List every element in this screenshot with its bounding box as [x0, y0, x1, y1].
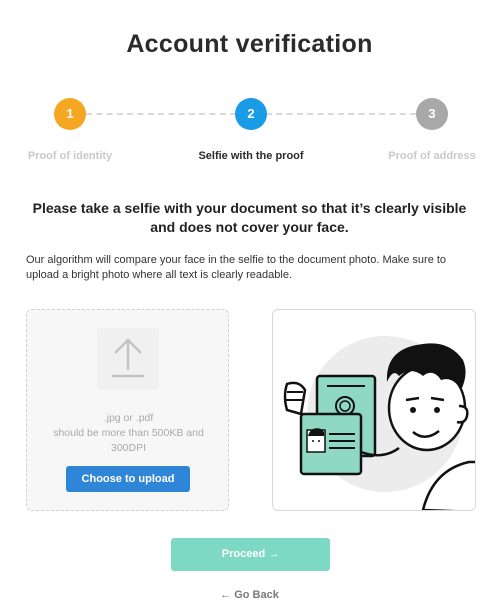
go-back-link[interactable]: ← Go Back	[0, 589, 499, 601]
choose-to-upload-button[interactable]: Choose to upload	[66, 466, 190, 492]
step-connector	[86, 113, 236, 115]
step-1-label: Proof of identity	[27, 150, 113, 162]
upload-format-hint: .jpg or .pdf	[103, 412, 154, 424]
page-title: Account verification	[126, 30, 373, 58]
instruction-description: Our algorithm will compare your face in …	[26, 254, 447, 281]
upload-dropzone[interactable]: .jpg or .pdf should be more than 500KB a…	[26, 309, 229, 511]
progress-stepper: 1 2 3 Proof of identity Selfie with the …	[0, 98, 499, 168]
upload-requirements: .jpg or .pdf should be more than 500KB a…	[37, 411, 220, 456]
step-3-label: Proof of address	[388, 150, 476, 162]
upload-size-hint: should be more than 500KB and 300DPI	[53, 427, 204, 454]
step-2-label: Selfie with the proof	[198, 150, 304, 162]
step-2-circle: 2	[235, 98, 267, 130]
upload-arrow-icon	[97, 328, 159, 390]
instruction-headline: Please take a selfie with your document …	[32, 200, 467, 235]
step-3-circle: 3	[416, 98, 448, 130]
selfie-with-document-illustration	[272, 309, 476, 511]
step-1-circle: 1	[54, 98, 86, 130]
proceed-button[interactable]: Proceed →	[171, 538, 330, 571]
step-connector	[266, 113, 416, 115]
